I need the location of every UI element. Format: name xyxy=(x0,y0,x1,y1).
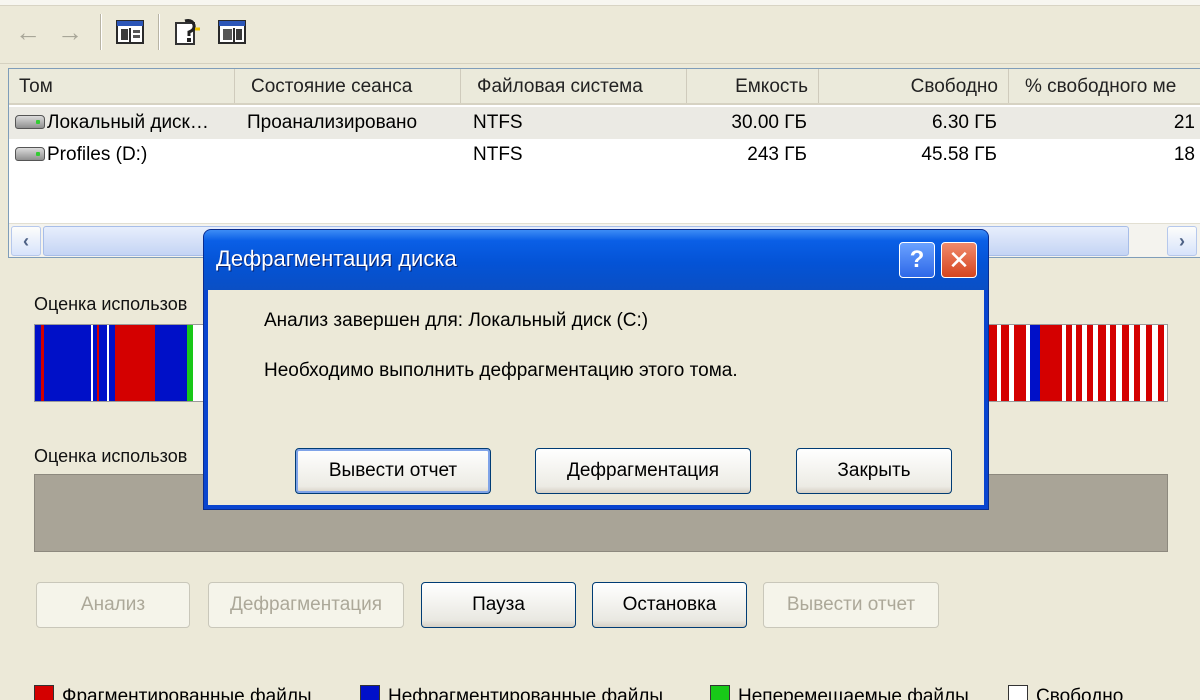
legend-fragmented: Фрагментированные файлы xyxy=(34,685,312,700)
estimate-before-label: Оценка использов xyxy=(34,294,188,314)
back-arrow-icon[interactable]: ← xyxy=(12,16,44,48)
action-pane-icon[interactable] xyxy=(216,16,248,48)
volume-status xyxy=(247,139,467,171)
view-report-button[interactable]: Вывести отчет xyxy=(763,582,939,628)
legend-label: Нефрагментированные файлы xyxy=(388,686,664,700)
pause-button[interactable]: Пауза xyxy=(421,582,576,628)
legend-contiguous: Нефрагментированные файлы xyxy=(360,685,663,700)
defragment-button[interactable]: Дефрагментация xyxy=(208,582,404,628)
estimate-after-label: Оценка использов xyxy=(34,446,188,466)
dialog-title-bar[interactable]: Дефрагментация диска ? ✕ xyxy=(204,230,988,290)
volume-percent-free: 18 xyxy=(1173,144,1195,165)
dialog-title: Дефрагментация диска xyxy=(216,246,457,271)
legend-label: Фрагментированные файлы xyxy=(62,686,312,700)
hard-drive-icon xyxy=(15,115,45,129)
volume-row[interactable]: Profiles (D:) NTFS 243 ГБ 45.58 ГБ 18 xyxy=(9,139,1200,171)
free-swatch-icon xyxy=(1008,685,1028,700)
volume-status: Проанализировано xyxy=(247,112,418,133)
close-icon[interactable]: ✕ xyxy=(941,242,977,278)
column-header-capacity[interactable]: Емкость xyxy=(693,69,819,103)
help-button-icon[interactable]: ? xyxy=(899,242,935,278)
column-header-volume[interactable]: Том xyxy=(9,69,235,103)
hard-drive-icon xyxy=(15,147,45,161)
defrag-result-dialog: Дефрагментация диска ? ✕ Анализ завершен… xyxy=(203,229,989,510)
volume-free-space: 45.58 ГБ xyxy=(921,144,997,165)
volume-capacity: 30.00 ГБ xyxy=(731,112,807,133)
volume-row[interactable]: Локальный диск… Проанализировано NTFS 30… xyxy=(9,107,1200,139)
column-header-session-status[interactable]: Состояние сеанса xyxy=(241,69,461,103)
help-icon[interactable] xyxy=(172,16,204,48)
legend-label: Неперемещаемые файлы xyxy=(738,686,969,700)
scroll-left-icon[interactable]: ‹ xyxy=(11,226,41,256)
volume-percent-free: 21 xyxy=(1173,112,1195,133)
volume-free-space: 6.30 ГБ xyxy=(931,112,997,133)
volume-name-cell: Локальный диск… xyxy=(15,107,241,139)
volume-list-header: Том Состояние сеанса Файловая система Ем… xyxy=(9,69,1200,105)
scroll-right-icon[interactable]: › xyxy=(1167,226,1197,256)
legend-free: Свободно xyxy=(1008,685,1123,700)
legend: Фрагментированные файлы Нефрагментирован… xyxy=(34,682,1200,700)
column-header-percent-free[interactable]: % свободного ме xyxy=(1015,69,1200,103)
legend-unmovable: Неперемещаемые файлы xyxy=(710,685,969,700)
dialog-close-button[interactable]: Закрыть xyxy=(796,448,952,494)
contiguous-swatch-icon xyxy=(360,685,380,700)
toolbar-separator xyxy=(100,14,102,50)
volume-file-system: NTFS xyxy=(473,112,523,133)
unmovable-swatch-icon xyxy=(710,685,730,700)
dialog-defragment-button[interactable]: Дефрагментация xyxy=(535,448,751,494)
volume-name: Profiles (D:) xyxy=(47,144,148,165)
legend-label: Свободно xyxy=(1036,686,1124,700)
toolbar: ← → xyxy=(0,0,1200,64)
volume-name: Локальный диск… xyxy=(47,112,209,133)
console-tree-icon[interactable] xyxy=(114,16,146,48)
fragmented-swatch-icon xyxy=(34,685,54,700)
defrag-needed-text: Необходимо выполнить дефрагментацию этог… xyxy=(264,360,738,381)
volume-file-system: NTFS xyxy=(473,144,523,165)
volume-capacity: 243 ГБ xyxy=(747,144,807,165)
column-header-file-system[interactable]: Файловая система xyxy=(467,69,687,103)
toolbar-separator xyxy=(158,14,160,50)
dialog-view-report-button[interactable]: Вывести отчет xyxy=(295,448,491,494)
menu-bar-edge xyxy=(0,0,1200,6)
column-header-free-space[interactable]: Свободно xyxy=(825,69,1009,103)
stop-button[interactable]: Остановка xyxy=(592,582,747,628)
analyze-button[interactable]: Анализ xyxy=(36,582,190,628)
dialog-body: Анализ завершен для: Локальный диск (C:)… xyxy=(208,290,984,505)
forward-arrow-icon[interactable]: → xyxy=(54,16,86,48)
volume-name-cell: Profiles (D:) xyxy=(15,139,241,171)
analysis-complete-text: Анализ завершен для: Локальный диск (C:) xyxy=(264,310,649,331)
